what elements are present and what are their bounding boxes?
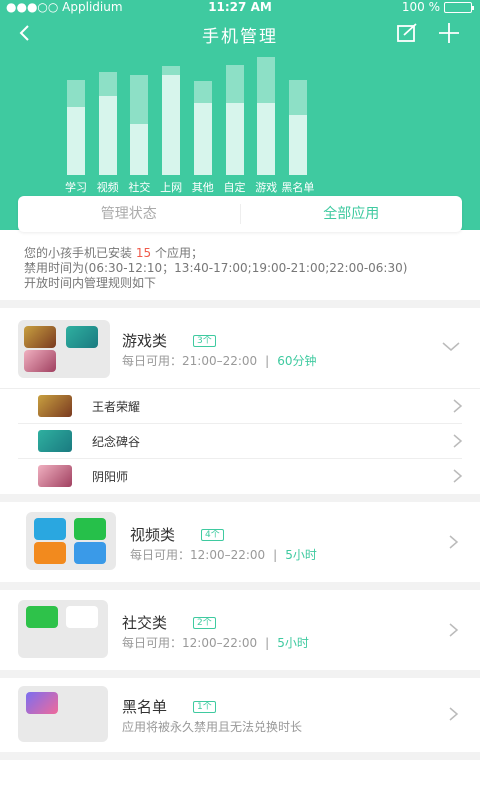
iqiyi-icon: [74, 518, 106, 540]
blacklist-description: 应用将被永久禁用且无法兑换时长: [122, 720, 303, 734]
tab-manage-status[interactable]: 管理状态: [18, 196, 240, 232]
chevron-down-icon[interactable]: [442, 342, 460, 352]
category-name: 视频类: [130, 526, 176, 544]
youku-icon: [74, 542, 106, 564]
mango-tv-icon: [34, 542, 66, 564]
bar-1: [98, 72, 117, 175]
bar-upper-segment: [67, 80, 85, 108]
chevron-right-icon: [449, 535, 459, 549]
bar-4: [193, 81, 212, 175]
category-video[interactable]: 视频类 4个 每日可用：12:00–22:00 | 5小时: [0, 502, 480, 582]
chevron-right-icon: [453, 434, 463, 448]
install-summary: 您的小孩手机已安装 15 个应用； 禁用时间为(06:30-12:10；13:4…: [24, 246, 464, 291]
category-thumb: [26, 512, 116, 570]
daily-limit: 60分钟: [277, 354, 317, 368]
daily-limit: 5小时: [285, 548, 317, 562]
app-name: 王者荣耀: [92, 400, 141, 414]
allowed-time: 每日可用：21:00–22:00 | 60分钟: [122, 354, 317, 368]
tab-all-apps[interactable]: 全部应用: [241, 196, 463, 232]
add-icon[interactable]: [438, 22, 460, 44]
app-count-badge: 1个: [193, 701, 216, 713]
status-bar: ●●●○○ Applidium 11:27 AM 100 %: [0, 0, 480, 16]
allowed-time: 每日可用：12:00–22:00 | 5小时: [122, 636, 309, 650]
monument-valley-icon: [38, 430, 72, 452]
bar-3: [162, 65, 181, 175]
bar-5: [225, 64, 244, 175]
divider: [0, 582, 480, 590]
battery-label: 100 %: [401, 0, 440, 14]
category-social[interactable]: 社交类 2个 每日可用：12:00–22:00 | 5小时: [0, 590, 480, 670]
bar-upper-segment: [130, 74, 149, 124]
bar-lower-segment: [67, 107, 85, 175]
bar-upper-segment: [288, 80, 307, 115]
bar-lower-segment: [162, 74, 181, 175]
honor-of-kings-icon: [24, 326, 56, 348]
battery-indicator: 100 %: [401, 0, 474, 14]
bar-7: [288, 80, 307, 175]
bar-upper-segment: [257, 57, 276, 103]
onmyoji-icon: [24, 350, 56, 372]
usage-bar-chart: 学习 视频 社交 上网 其他 自定 游戏 黑名单: [0, 55, 480, 195]
navbar: 手机管理: [0, 18, 480, 50]
bar-upper-segment: [98, 72, 117, 97]
bar-upper-segment: [162, 65, 181, 75]
category-thumb: [18, 686, 108, 742]
chevron-right-icon: [449, 623, 459, 637]
category-thumb: [18, 320, 110, 378]
category-thumb: [18, 600, 108, 658]
category-games-header[interactable]: 游戏类 3个 每日可用：21:00–22:00 | 60分钟: [0, 308, 480, 386]
bar-label: 黑名单: [281, 181, 315, 194]
divider: [0, 752, 480, 760]
daily-limit: 5小时: [277, 636, 309, 650]
summary-line-1: 您的小孩手机已安装 15 个应用；: [24, 246, 203, 260]
category-name: 黑名单: [122, 698, 168, 716]
chevron-right-icon: [453, 399, 463, 413]
app-name: 阴阳师: [92, 470, 129, 484]
bar-lower-segment: [193, 103, 212, 175]
app-count-badge: 4个: [201, 529, 224, 541]
app-name: 纪念碑谷: [92, 435, 141, 449]
edit-icon[interactable]: [396, 22, 418, 44]
category-blacklist[interactable]: 黑名单 1个 应用将被永久禁用且无法兑换时长: [0, 678, 480, 752]
summary-line-3: 开放时间内管理规则如下: [24, 276, 157, 290]
chevron-right-icon: [449, 707, 459, 721]
divider: [0, 300, 480, 308]
divider: [0, 670, 480, 678]
qq-icon: [66, 606, 98, 628]
bar-lower-segment: [98, 96, 117, 175]
honor-of-kings-icon: [38, 395, 72, 417]
summary-line-2: 禁用时间为(06:30-12:10；13:40-17:00;19:00-21:0…: [24, 261, 408, 275]
chevron-right-icon: [453, 469, 463, 483]
tencent-video-icon: [34, 518, 66, 540]
bar-lower-segment: [130, 123, 149, 175]
app-row-honor-of-kings[interactable]: 王者荣耀: [18, 389, 463, 424]
allowed-time: 每日可用：12:00–22:00 | 5小时: [130, 548, 317, 562]
bar-2: [130, 74, 149, 175]
bar-lower-segment: [257, 103, 276, 175]
app-count-badge: 3个: [193, 335, 216, 347]
segment-tabs: 管理状态 全部应用: [18, 196, 462, 232]
category-name: 游戏类: [122, 332, 168, 350]
category-games: 游戏类 3个 每日可用：21:00–22:00 | 60分钟 王者荣耀 纪念碑谷 阴…: [0, 308, 480, 494]
bar-lower-segment: [288, 115, 307, 175]
app-row-onmyoji[interactable]: 阴阳师: [18, 459, 463, 494]
app-row-monument-valley[interactable]: 纪念碑谷: [18, 424, 463, 459]
wechat-icon: [26, 606, 58, 628]
bar-lower-segment: [225, 103, 244, 175]
battery-icon: [444, 1, 474, 13]
bar-upper-segment: [225, 64, 244, 103]
app-count-badge: 2个: [193, 617, 216, 629]
monument-valley-icon: [66, 326, 98, 348]
divider: [0, 494, 480, 502]
installed-count: 15: [135, 246, 152, 260]
onmyoji-icon: [38, 465, 72, 487]
bar-6: [257, 57, 276, 175]
chat-app-icon: [26, 692, 58, 714]
category-name: 社交类: [122, 614, 168, 632]
bar-upper-segment: [193, 81, 212, 103]
bar-0: [67, 80, 85, 175]
